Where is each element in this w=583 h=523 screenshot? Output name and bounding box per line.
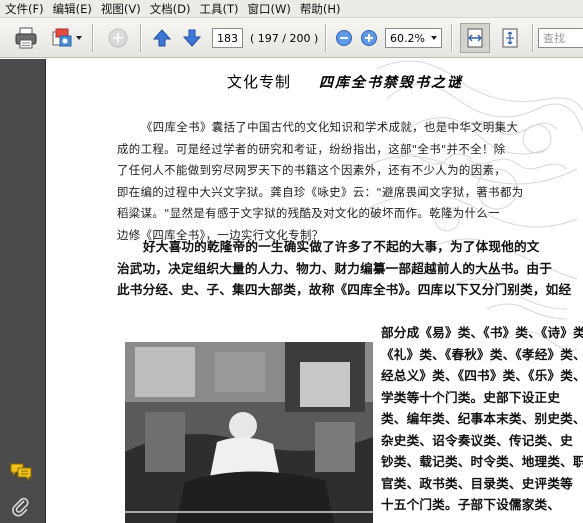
page-number-input[interactable]: 183	[212, 28, 243, 48]
article-title: 四库全书禁毁书之谜	[319, 75, 463, 91]
article-photo	[125, 342, 373, 523]
body-line: 钞类、载记类、时令类、地理类、职	[381, 454, 583, 469]
comments-button[interactable]	[8, 461, 34, 483]
body-line: 杂史类、诏令奏议类、传记类、史	[381, 432, 573, 448]
body-line: 部分成《易》类、《书》类、《诗》类、	[381, 325, 583, 340]
menu-file[interactable]: 文件(F)	[5, 1, 44, 17]
body-line: 此书分经、史、子、集四大部类，故称《四库全书》。四库以下又分门别类，如经	[117, 282, 572, 297]
page-header: 文化专制 四库全书禁毁书之谜	[47, 71, 583, 95]
print-button[interactable]	[12, 26, 40, 50]
body-line: 十五个门类。子部下设儒家类、	[381, 497, 561, 512]
search-input[interactable]: 查找	[538, 28, 583, 48]
menu-help[interactable]: 帮助(H)	[300, 1, 341, 17]
zoom-value: 60.2%	[390, 31, 425, 45]
body-line: 治武功，决定组织大量的人力、物力、财力编纂一部超越前人的大丛书。由于	[117, 260, 552, 276]
section-title: 文化专制	[227, 73, 292, 91]
share-icon	[108, 28, 128, 48]
menu-window[interactable]: 窗口(W)	[248, 1, 291, 17]
navigation-panel	[0, 59, 46, 523]
zoom-in-button[interactable]	[359, 26, 379, 50]
menu-bar: 文件(F) 编辑(E) 视图(V) 文档(D) 工具(T) 窗口(W) 帮助(H…	[0, 0, 583, 18]
page-count: ( 197 / 200 )	[250, 31, 319, 45]
toolbar: 183 ( 197 / 200 ) 60.2% 查找	[0, 18, 583, 58]
body-line: 好大喜功的乾隆帝的一生确实做了许多了不起的大事，为了体现他的文	[143, 239, 540, 254]
next-page-button[interactable]	[180, 26, 204, 50]
attachment-icon	[12, 497, 29, 517]
photo-image	[125, 342, 373, 523]
body-paragraph: 好大喜功的乾隆帝的一生确实做了许多了不起的大事，为了体现他的文 治武功，决定组织…	[117, 236, 583, 301]
body-line: 经总义》类、《四书》类、《乐》类、小	[381, 368, 583, 383]
scanner-button[interactable]	[48, 26, 84, 50]
abstract-line: 《四库全书》囊括了中国古代的文化知识和学术成就，也是中华文明集大	[141, 120, 519, 134]
share-button[interactable]	[104, 26, 132, 50]
zoom-out-button[interactable]	[334, 26, 354, 50]
scanner-dropdown-icon[interactable]	[76, 36, 82, 40]
menu-view[interactable]: 视图(V)	[101, 1, 141, 17]
fit-page-button[interactable]	[496, 26, 524, 50]
prev-page-icon	[152, 29, 172, 47]
next-page-icon	[182, 29, 202, 47]
fit-width-button[interactable]	[460, 23, 490, 53]
zoom-out-icon	[336, 30, 352, 46]
chevron-down-icon	[431, 36, 437, 40]
abstract-line: 即在编的过程中大兴文字狱。龚自珍《咏史》云："避席畏闻文字狱，著书都为	[117, 184, 524, 199]
zoom-in-icon	[361, 30, 377, 46]
print-icon	[15, 27, 37, 49]
body-line: 《礼》类、《春秋》类、《孝经》类、《五	[381, 346, 583, 362]
body-line: 学类等十个门类。史部下设正史	[381, 389, 561, 405]
scanner-icon	[52, 28, 72, 47]
menu-edit[interactable]: 编辑(E)	[53, 1, 92, 17]
previous-page-button[interactable]	[150, 26, 174, 50]
fit-page-icon	[502, 28, 518, 48]
abstract-line: 成的工程。可是经过学者的研究和考证，纷纷指出，这部"全书"并不全！除	[117, 141, 506, 156]
abstract: 《四库全书》囊括了中国古代的文化知识和学术成就，也是中华文明集大 成的工程。可是…	[117, 117, 579, 246]
zoom-select[interactable]: 60.2%	[385, 28, 442, 48]
menu-document[interactable]: 文档(D)	[150, 1, 191, 17]
abstract-line: 了任何人不能做到穷尽网罗天下的书籍这个因素外，还有不少人为的因素，	[117, 163, 507, 177]
body-line: 类、编年类、纪事本末类、别史类、	[381, 411, 583, 426]
fit-width-icon	[467, 28, 483, 48]
document-view[interactable]: 文化专制 四库全书禁毁书之谜 《四库全书》囊括了中国古代的文化知识和学术成就，也…	[47, 59, 583, 523]
abstract-line: 稻粱谋。"显然是有感于文字狱的残酷及对文化的破坏而作。乾隆为什么一	[117, 206, 500, 220]
attachments-button[interactable]	[8, 496, 34, 518]
body-line: 官类、政书类、目录类、史评类等	[381, 475, 573, 491]
body-paragraph-wrapped: 部分成《易》类、《书》类、《诗》类、 《礼》类、《春秋》类、《孝经》类、《五 经…	[381, 322, 583, 516]
comment-icon	[10, 463, 32, 482]
menu-tools[interactable]: 工具(T)	[200, 1, 239, 17]
